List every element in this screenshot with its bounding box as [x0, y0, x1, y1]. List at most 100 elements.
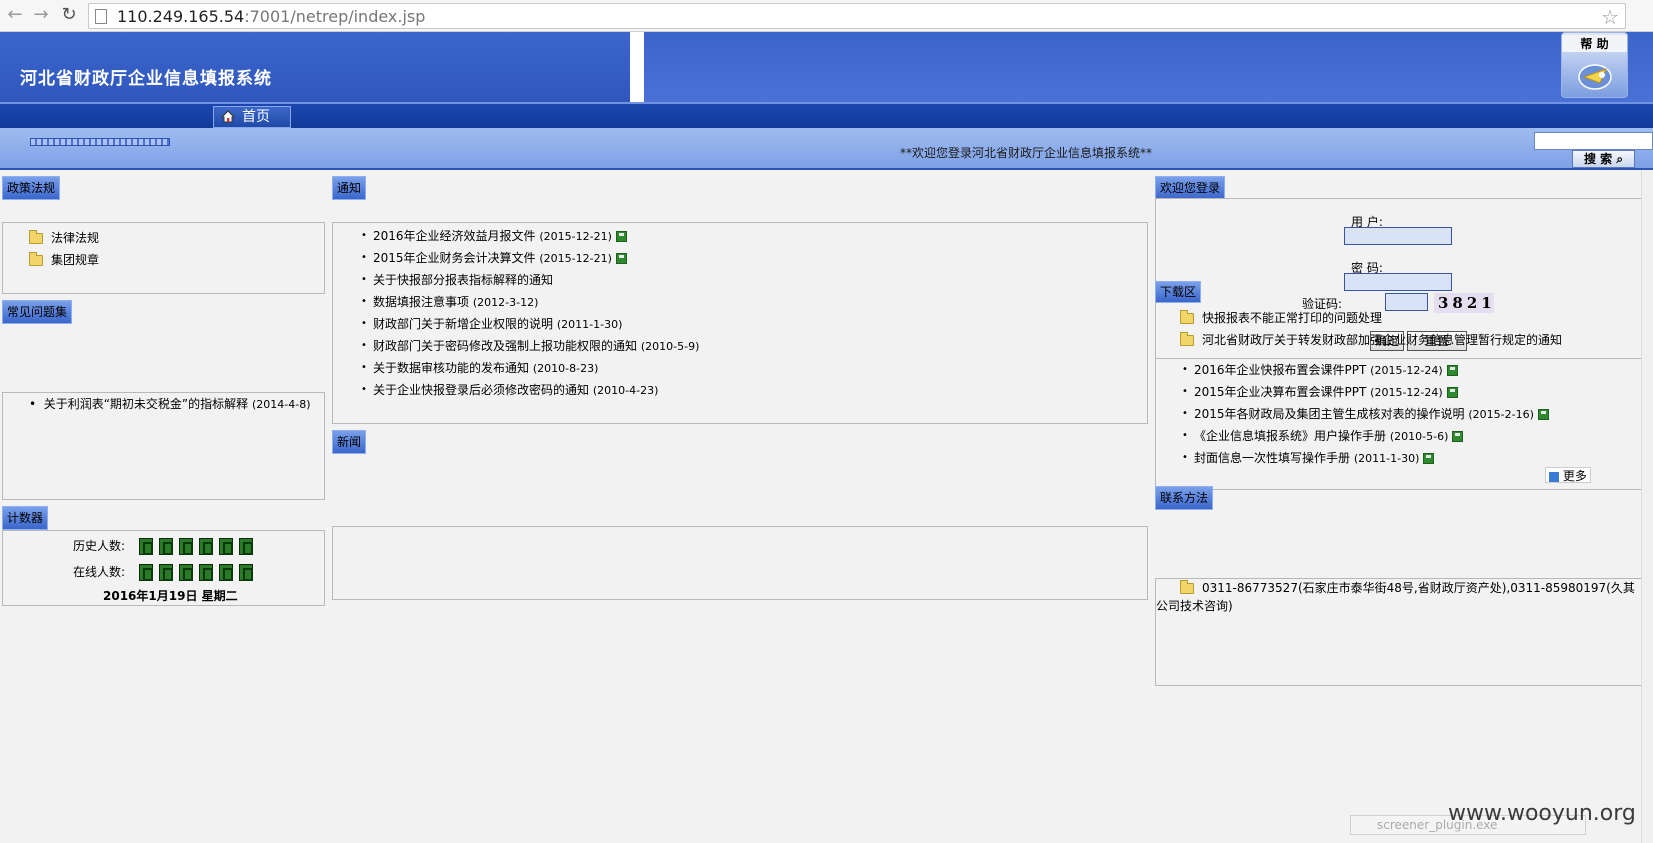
folder-icon	[29, 230, 43, 244]
download-panel: 2016年企业快报布置会课件PPT (2015-12-24) 2015年企业决算…	[1155, 358, 1642, 490]
url-text: 110.249.165.54:7001/netrep/index.jsp	[117, 7, 426, 26]
save-icon[interactable]	[1423, 453, 1435, 464]
counter-digit	[138, 538, 153, 555]
back-icon[interactable]: ←	[4, 4, 26, 26]
notice-list: 2016年企业经济效益月报文件 (2015-12-21) 2015年企业财务会计…	[359, 225, 699, 401]
notice-item[interactable]: 财政部门关于新增企业权限的说明 (2011-1-30)	[359, 313, 699, 335]
download-folder-list: 快报报表不能正常打印的问题处理 河北省财政厅关于转发财政部加强企业财务信息管理暂…	[1180, 307, 1562, 351]
news-panel	[332, 526, 1148, 600]
history-label: 历史人数:	[73, 539, 126, 553]
download-folder-item[interactable]: 快报报表不能正常打印的问题处理	[1180, 307, 1562, 329]
vertical-scrollbar[interactable]	[1641, 170, 1653, 843]
counter-digit	[238, 564, 253, 581]
download-item[interactable]: 2015年各财政局及集团主管生成核对表的操作说明 (2015-2-16)	[1180, 403, 1549, 425]
home-icon	[221, 110, 235, 123]
more-label: 更多	[1562, 469, 1587, 483]
download-item[interactable]: 封面信息一次性填写操作手册 (2011-1-30)	[1180, 447, 1549, 469]
search-button[interactable]: 搜 索 ⌕	[1572, 150, 1635, 168]
folder-icon	[1180, 332, 1194, 346]
history-row: 历史人数:	[73, 535, 259, 557]
counter-digit	[158, 564, 173, 581]
address-bar[interactable]: 110.249.165.54:7001/netrep/index.jsp ☆	[88, 3, 1626, 29]
page-icon	[95, 9, 107, 24]
policy-panel: 法律法规 集团规章	[2, 222, 325, 294]
password-input[interactable]	[1344, 273, 1452, 291]
folder-icon	[29, 252, 43, 266]
policy-item[interactable]: 集团规章	[29, 249, 99, 271]
nav-home-label: 首页	[242, 109, 270, 125]
save-icon[interactable]	[1452, 431, 1464, 442]
save-icon[interactable]	[1446, 387, 1458, 398]
download-title: 下载区	[1155, 281, 1202, 303]
faq-panel: • 关于利润表“期初未交税金”的指标解释 (2014-4-8)	[2, 392, 325, 500]
notice-item[interactable]: 2016年企业经济效益月报文件 (2015-12-21)	[359, 225, 699, 247]
notice-item[interactable]: 关于快报部分报表指标解释的通知	[359, 269, 699, 291]
policy-title: 政策法规	[2, 176, 61, 200]
header-divider	[630, 32, 644, 102]
contact-title: 联系方法	[1155, 486, 1214, 510]
counter-digit	[218, 564, 233, 581]
notice-item[interactable]: 数据填报注意事项 (2012-3-12)	[359, 291, 699, 313]
counter-digit	[178, 538, 193, 555]
search-icon: ⌕	[1616, 152, 1624, 166]
sub-header: **欢迎您登录河北省财政厅企业信息填报系统** 搜 索 ⌕	[0, 128, 1653, 170]
counter-digit	[138, 564, 153, 581]
decorative-strip	[30, 138, 170, 146]
save-icon[interactable]	[615, 231, 627, 242]
more-link[interactable]: 更多	[1545, 467, 1591, 483]
folder-icon	[1180, 310, 1194, 324]
help-button[interactable]: 帮 助	[1561, 32, 1628, 98]
counter-digit	[198, 538, 213, 555]
nav-home-button[interactable]: 首页	[213, 106, 291, 128]
online-row: 在线人数:	[73, 561, 259, 583]
counter-title: 计数器	[2, 506, 49, 530]
download-folder-item[interactable]: 河北省财政厅关于转发财政部加强企业财务信息管理暂行规定的通知	[1180, 329, 1562, 351]
more-icon	[1549, 471, 1559, 482]
news-title: 新闻	[332, 430, 367, 454]
welcome-marquee: **欢迎您登录河北省财政厅企业信息填报系统**	[900, 146, 1153, 160]
faq-item[interactable]: • 关于利润表“期初未交税金”的指标解释 (2014-4-8)	[5, 395, 321, 414]
online-label: 在线人数:	[73, 565, 126, 579]
search-button-label: 搜 索	[1583, 152, 1613, 166]
download-item[interactable]: 2015年企业决算布置会课件PPT (2015-12-24)	[1180, 381, 1549, 403]
download-item[interactable]: 《企业信息填报系统》用户操作手册 (2010-5-6)	[1180, 425, 1549, 447]
browser-toolbar: ← → ↻ 110.249.165.54:7001/netrep/index.j…	[0, 0, 1653, 32]
counter-digit	[238, 538, 253, 555]
search-input[interactable]	[1534, 132, 1653, 150]
policy-list: 法律法规 集团规章	[29, 227, 99, 271]
counter-digit	[158, 538, 173, 555]
notice-panel: 2016年企业经济效益月报文件 (2015-12-21) 2015年企业财务会计…	[332, 222, 1148, 424]
notice-title: 通知	[332, 176, 367, 200]
contact-text: 0311-86773527(石家庄市泰华街48号,省财政厅资产处),0311-8…	[1156, 580, 1635, 613]
bookmark-star-icon[interactable]: ☆	[1601, 5, 1619, 29]
help-label: 帮 助	[1562, 35, 1627, 52]
site-header: 河北省财政厅企业信息填报系统 帮 助	[0, 32, 1653, 102]
header-banner-right	[644, 32, 1653, 102]
save-icon[interactable]	[615, 253, 627, 264]
help-icon	[1578, 64, 1612, 90]
login-title: 欢迎您登录	[1155, 176, 1226, 200]
notice-item[interactable]: 2015年企业财务会计决算文件 (2015-12-21)	[359, 247, 699, 269]
notice-item[interactable]: 财政部门关于密码修改及强制上报功能权限的通知 (2010-5-9)	[359, 335, 699, 357]
username-input[interactable]	[1344, 227, 1452, 245]
download-item[interactable]: 2016年企业快报布置会课件PPT (2015-12-24)	[1180, 359, 1549, 381]
save-icon[interactable]	[1537, 409, 1549, 420]
notice-item[interactable]: 关于企业快报登录后必须修改密码的通知 (2010-4-23)	[359, 379, 699, 401]
download-list: 2016年企业快报布置会课件PPT (2015-12-24) 2015年企业决算…	[1180, 359, 1549, 469]
reload-icon[interactable]: ↻	[58, 4, 80, 26]
contact-panel: 0311-86773527(石家庄市泰华街48号,省财政厅资产处),0311-8…	[1155, 578, 1642, 686]
counter-digit	[178, 564, 193, 581]
forward-icon[interactable]: →	[30, 4, 52, 26]
faq-title: 常见问题集	[2, 300, 73, 324]
site-title: 河北省财政厅企业信息填报系统	[20, 69, 272, 89]
folder-icon	[1180, 580, 1194, 594]
watermark: www.wooyun.org	[1448, 801, 1636, 826]
main-nav: 首页	[0, 102, 1653, 128]
counter-date: 2016年1月19日 星期二	[103, 589, 238, 603]
counter-panel: 历史人数: 在线人数: 2016年1月19日 星期二	[2, 530, 325, 606]
counter-digit	[218, 538, 233, 555]
save-icon[interactable]	[1446, 365, 1458, 376]
counter-digit	[198, 564, 213, 581]
policy-item[interactable]: 法律法规	[29, 227, 99, 249]
notice-item[interactable]: 关于数据审核功能的发布通知 (2010-8-23)	[359, 357, 699, 379]
